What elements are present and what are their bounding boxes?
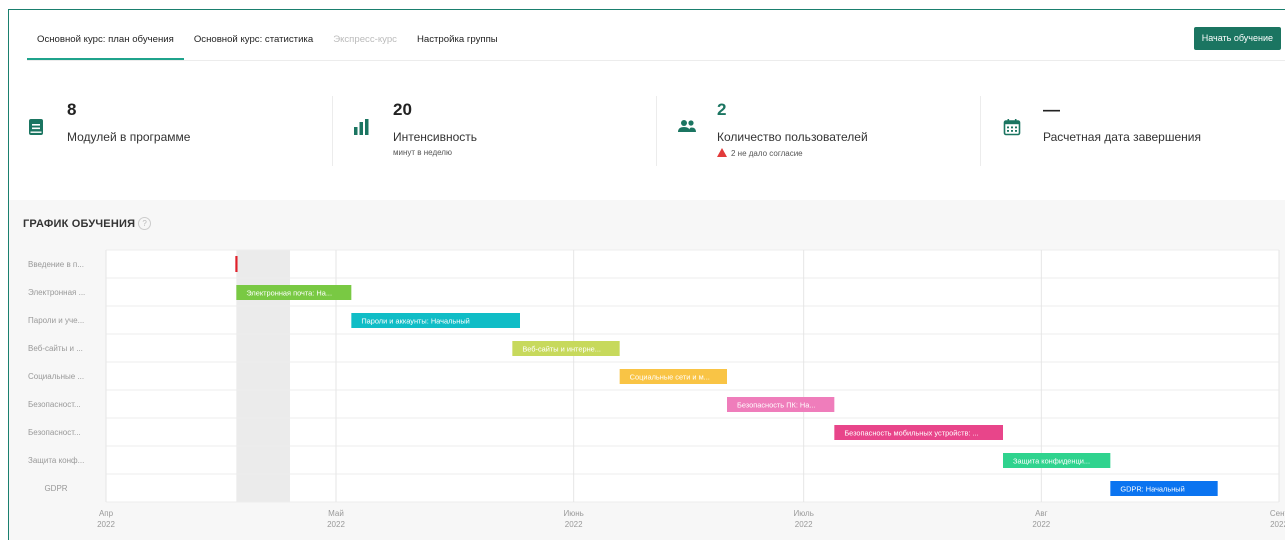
tab-main-course-stats[interactable]: Основной курс: статистика bbox=[184, 10, 323, 60]
tab-group-settings[interactable]: Настройка группы bbox=[407, 10, 508, 60]
stat-divider bbox=[332, 96, 333, 166]
row-label: Защита конф... bbox=[28, 456, 84, 465]
app-frame: Основной курс: план обучения Основной ку… bbox=[8, 9, 1285, 540]
today-marker bbox=[235, 256, 238, 272]
row-label: Социальные ... bbox=[28, 372, 84, 381]
consent-warning-text: 2 не дало согласие bbox=[731, 149, 803, 158]
schedule-bar-label: Электронная почта: На... bbox=[246, 289, 332, 298]
x-tick-month: Июль bbox=[793, 509, 813, 518]
users-count[interactable]: 2 bbox=[717, 100, 726, 120]
x-tick-month: Авг bbox=[1035, 509, 1048, 518]
row-label: Электронная ... bbox=[28, 288, 85, 297]
start-training-button[interactable]: Начать обучение bbox=[1193, 27, 1281, 50]
completion-date-label: Расчетная дата завершения bbox=[1043, 130, 1201, 144]
row-label: Введение в п... bbox=[28, 260, 84, 269]
schedule-bar-label: Веб-сайты и интерне... bbox=[522, 345, 601, 354]
consent-warning: 2 не дало согласие bbox=[717, 148, 803, 158]
schedule-bar-label: GDPR: Начальный bbox=[1120, 485, 1184, 494]
schedule-bar-label: Социальные сети и м... bbox=[630, 373, 710, 382]
intensity-unit: минут в неделю bbox=[393, 148, 452, 157]
intensity-label: Интенсивность bbox=[393, 130, 478, 144]
gantt-chart: Апр 2022 Май 2022 Июнь 2022 Июль 2022 Авг 2022 Сен… bbox=[28, 249, 1285, 529]
row-label: Безопасност... bbox=[28, 428, 81, 437]
schedule-bar-label: Безопасность ПК: На... bbox=[737, 401, 816, 410]
row-label: Безопасност... bbox=[28, 400, 81, 409]
x-tick-month: Июнь bbox=[563, 509, 583, 518]
stat-divider bbox=[980, 96, 981, 166]
stat-modules: 8 Модулей в программе bbox=[27, 88, 327, 172]
tab-express-course[interactable]: Экспресс-курс bbox=[323, 10, 407, 60]
users-icon bbox=[677, 118, 696, 136]
schedule-bar-label: Защита конфиденци... bbox=[1013, 457, 1090, 466]
modules-count: 8 bbox=[67, 100, 77, 119]
x-tick-month: Май bbox=[328, 509, 344, 518]
calendar-icon bbox=[1003, 118, 1021, 136]
schedule-bar-label: Пароли и аккаунты: Начальный bbox=[361, 317, 469, 326]
bar-chart-icon bbox=[353, 118, 371, 136]
x-tick-year: 2022 bbox=[1270, 520, 1285, 529]
x-tick-month: Сент bbox=[1270, 509, 1285, 518]
schedule-bar-label: Безопасность мобильных устройств: ... bbox=[844, 429, 978, 438]
completion-date-value: — bbox=[1043, 100, 1060, 119]
x-tick-year: 2022 bbox=[327, 520, 345, 529]
modules-label: Модулей в программе bbox=[67, 130, 191, 144]
tabs-divider bbox=[27, 60, 1285, 61]
stat-users: 2 Количество пользователей 2 не дало сог… bbox=[677, 88, 977, 172]
x-tick-year: 2022 bbox=[795, 520, 813, 529]
intensity-value: 20 bbox=[393, 100, 412, 119]
row-label: GDPR bbox=[44, 484, 67, 493]
training-schedule-section: ГРАФИК ОБУЧЕНИЯ? Апр 2022 Май 2022 Июнь 2022 И… bbox=[9, 200, 1285, 540]
tab-main-course-plan[interactable]: Основной курс: план обучения bbox=[27, 10, 184, 60]
stat-divider bbox=[656, 96, 657, 166]
x-tick-year: 2022 bbox=[1032, 520, 1050, 529]
stats-panel: 8 Модулей в программе 20 Интенсивность м… bbox=[9, 88, 1285, 180]
tab-bar: Основной курс: план обучения Основной ку… bbox=[27, 10, 508, 60]
row-label: Пароли и уче... bbox=[28, 316, 84, 325]
stat-completion-date: — Расчетная дата завершения bbox=[1003, 88, 1283, 172]
users-label: Количество пользователей bbox=[717, 130, 868, 144]
warning-icon bbox=[717, 148, 727, 157]
x-tick-year: 2022 bbox=[565, 520, 583, 529]
stat-intensity: 20 Интенсивность минут в неделю bbox=[353, 88, 653, 172]
book-icon bbox=[27, 118, 45, 136]
x-tick-month: Апр bbox=[99, 509, 114, 518]
row-label: Веб-сайты и ... bbox=[28, 344, 83, 353]
x-tick-year: 2022 bbox=[97, 520, 115, 529]
